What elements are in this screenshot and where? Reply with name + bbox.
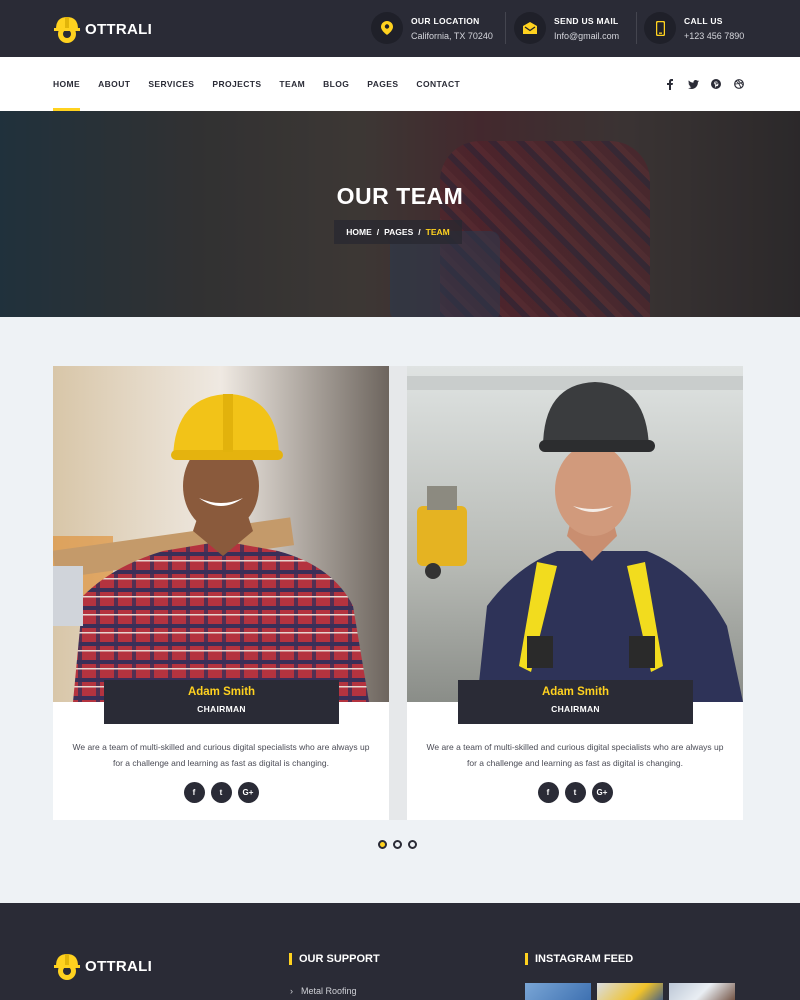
top-bar: OTTRALI OUR LOCATION California, TX 7024… [0, 0, 800, 57]
member-name-box: Adam Smith CHAIRMAN [104, 680, 339, 724]
member-social: f t G+ [407, 782, 743, 803]
divider [505, 12, 506, 44]
instagram-thumb[interactable] [525, 983, 591, 1000]
google-plus-icon[interactable]: G+ [237, 782, 259, 803]
carousel-dot-3[interactable] [408, 840, 417, 849]
nav-about[interactable]: ABOUT [98, 57, 130, 111]
breadcrumb-current: TEAM [425, 227, 450, 237]
facebook-icon[interactable]: f [537, 782, 559, 803]
map-pin-icon [371, 12, 403, 44]
page-title: OUR TEAM [336, 183, 464, 209]
chevron-right-icon: › [290, 986, 293, 996]
menu: HOME ABOUT SERVICES PROJECTS TEAM BLOG P… [53, 57, 478, 111]
mail-value[interactable]: Info@gmail.com [554, 31, 619, 41]
member-name[interactable]: Adam Smith [458, 686, 693, 698]
footer-logo[interactable]: OTTRALI [53, 951, 152, 981]
breadcrumb-separator: / [418, 227, 421, 237]
support-link[interactable]: › Metal Roofing [290, 986, 357, 996]
member-description: We are a team of multi-skilled and curio… [72, 742, 370, 768]
brand-name: OTTRALI [85, 20, 153, 38]
carousel-dot-2[interactable] [393, 840, 402, 849]
carousel-dot-1[interactable] [378, 840, 387, 849]
instagram-thumb[interactable] [669, 983, 735, 1000]
location-label: OUR LOCATION [411, 15, 480, 26]
nav-blog[interactable]: BLOG [323, 57, 349, 111]
facebook-icon[interactable] [664, 78, 676, 90]
member-name-box: Adam Smith CHAIRMAN [458, 680, 693, 724]
nav-projects[interactable]: PROJECTS [212, 57, 261, 111]
breadcrumb-pages[interactable]: PAGES [384, 227, 413, 237]
instagram-heading: INSTAGRAM FEED [525, 953, 633, 965]
divider [636, 12, 637, 44]
facebook-icon[interactable]: f [183, 782, 205, 803]
logo[interactable]: OTTRALI [53, 14, 152, 44]
breadcrumb: HOME / PAGES / TEAM [334, 220, 462, 244]
footer-brand-name: OTTRALI [85, 957, 153, 975]
twitter-icon[interactable] [687, 78, 699, 90]
support-heading: OUR SUPPORT [289, 953, 380, 965]
call-label: CALL US [684, 15, 723, 26]
team-member-photo [407, 366, 743, 702]
hero-banner [0, 111, 800, 317]
member-description: We are a team of multi-skilled and curio… [426, 742, 724, 768]
team-card: Adam Smith CHAIRMAN We are a team of mul… [407, 366, 743, 820]
pinterest-icon[interactable] [710, 78, 722, 90]
nav-services[interactable]: SERVICES [148, 57, 194, 111]
envelope-icon [514, 12, 546, 44]
nav-contact[interactable]: CONTACT [416, 57, 460, 111]
location-value: California, TX 70240 [411, 30, 493, 41]
twitter-icon[interactable]: t [564, 782, 586, 803]
contact-call: CALL US +123 456 7890 [644, 12, 744, 44]
call-value[interactable]: +123 456 7890 [684, 31, 744, 41]
dribbble-icon[interactable] [733, 78, 745, 90]
card-gap [389, 366, 407, 820]
carousel-dots [378, 840, 423, 849]
instagram-thumb[interactable] [597, 983, 663, 1000]
nav-social [653, 78, 745, 90]
member-social: f t G+ [53, 782, 389, 803]
breadcrumb-home[interactable]: HOME [346, 227, 372, 237]
member-role: CHAIRMAN [197, 704, 246, 714]
support-link-label: Metal Roofing [301, 986, 357, 996]
nav-team[interactable]: TEAM [279, 57, 305, 111]
team-card: Adam Smith CHAIRMAN We are a team of mul… [53, 366, 389, 820]
team-member-photo [53, 366, 389, 702]
breadcrumb-separator: / [376, 227, 380, 237]
main-nav: HOME ABOUT SERVICES PROJECTS TEAM BLOG P… [0, 57, 800, 111]
member-name[interactable]: Adam Smith [104, 686, 339, 698]
hard-hat-gear-icon [54, 954, 80, 980]
member-role: CHAIRMAN [551, 704, 600, 714]
hard-hat-gear-icon [54, 17, 80, 43]
google-plus-icon[interactable]: G+ [591, 782, 613, 803]
contact-location: OUR LOCATION California, TX 70240 [371, 12, 493, 44]
contact-mail: SEND US MAIL Info@gmail.com [514, 12, 619, 44]
twitter-icon[interactable]: t [210, 782, 232, 803]
phone-icon [644, 12, 676, 44]
hero-overlay [0, 111, 800, 317]
nav-pages[interactable]: PAGES [367, 57, 398, 111]
nav-home[interactable]: HOME [53, 57, 81, 111]
mail-label: SEND US MAIL [554, 15, 619, 26]
footer: OTTRALI OUR SUPPORT › Metal Roofing INSTA… [0, 903, 800, 1000]
